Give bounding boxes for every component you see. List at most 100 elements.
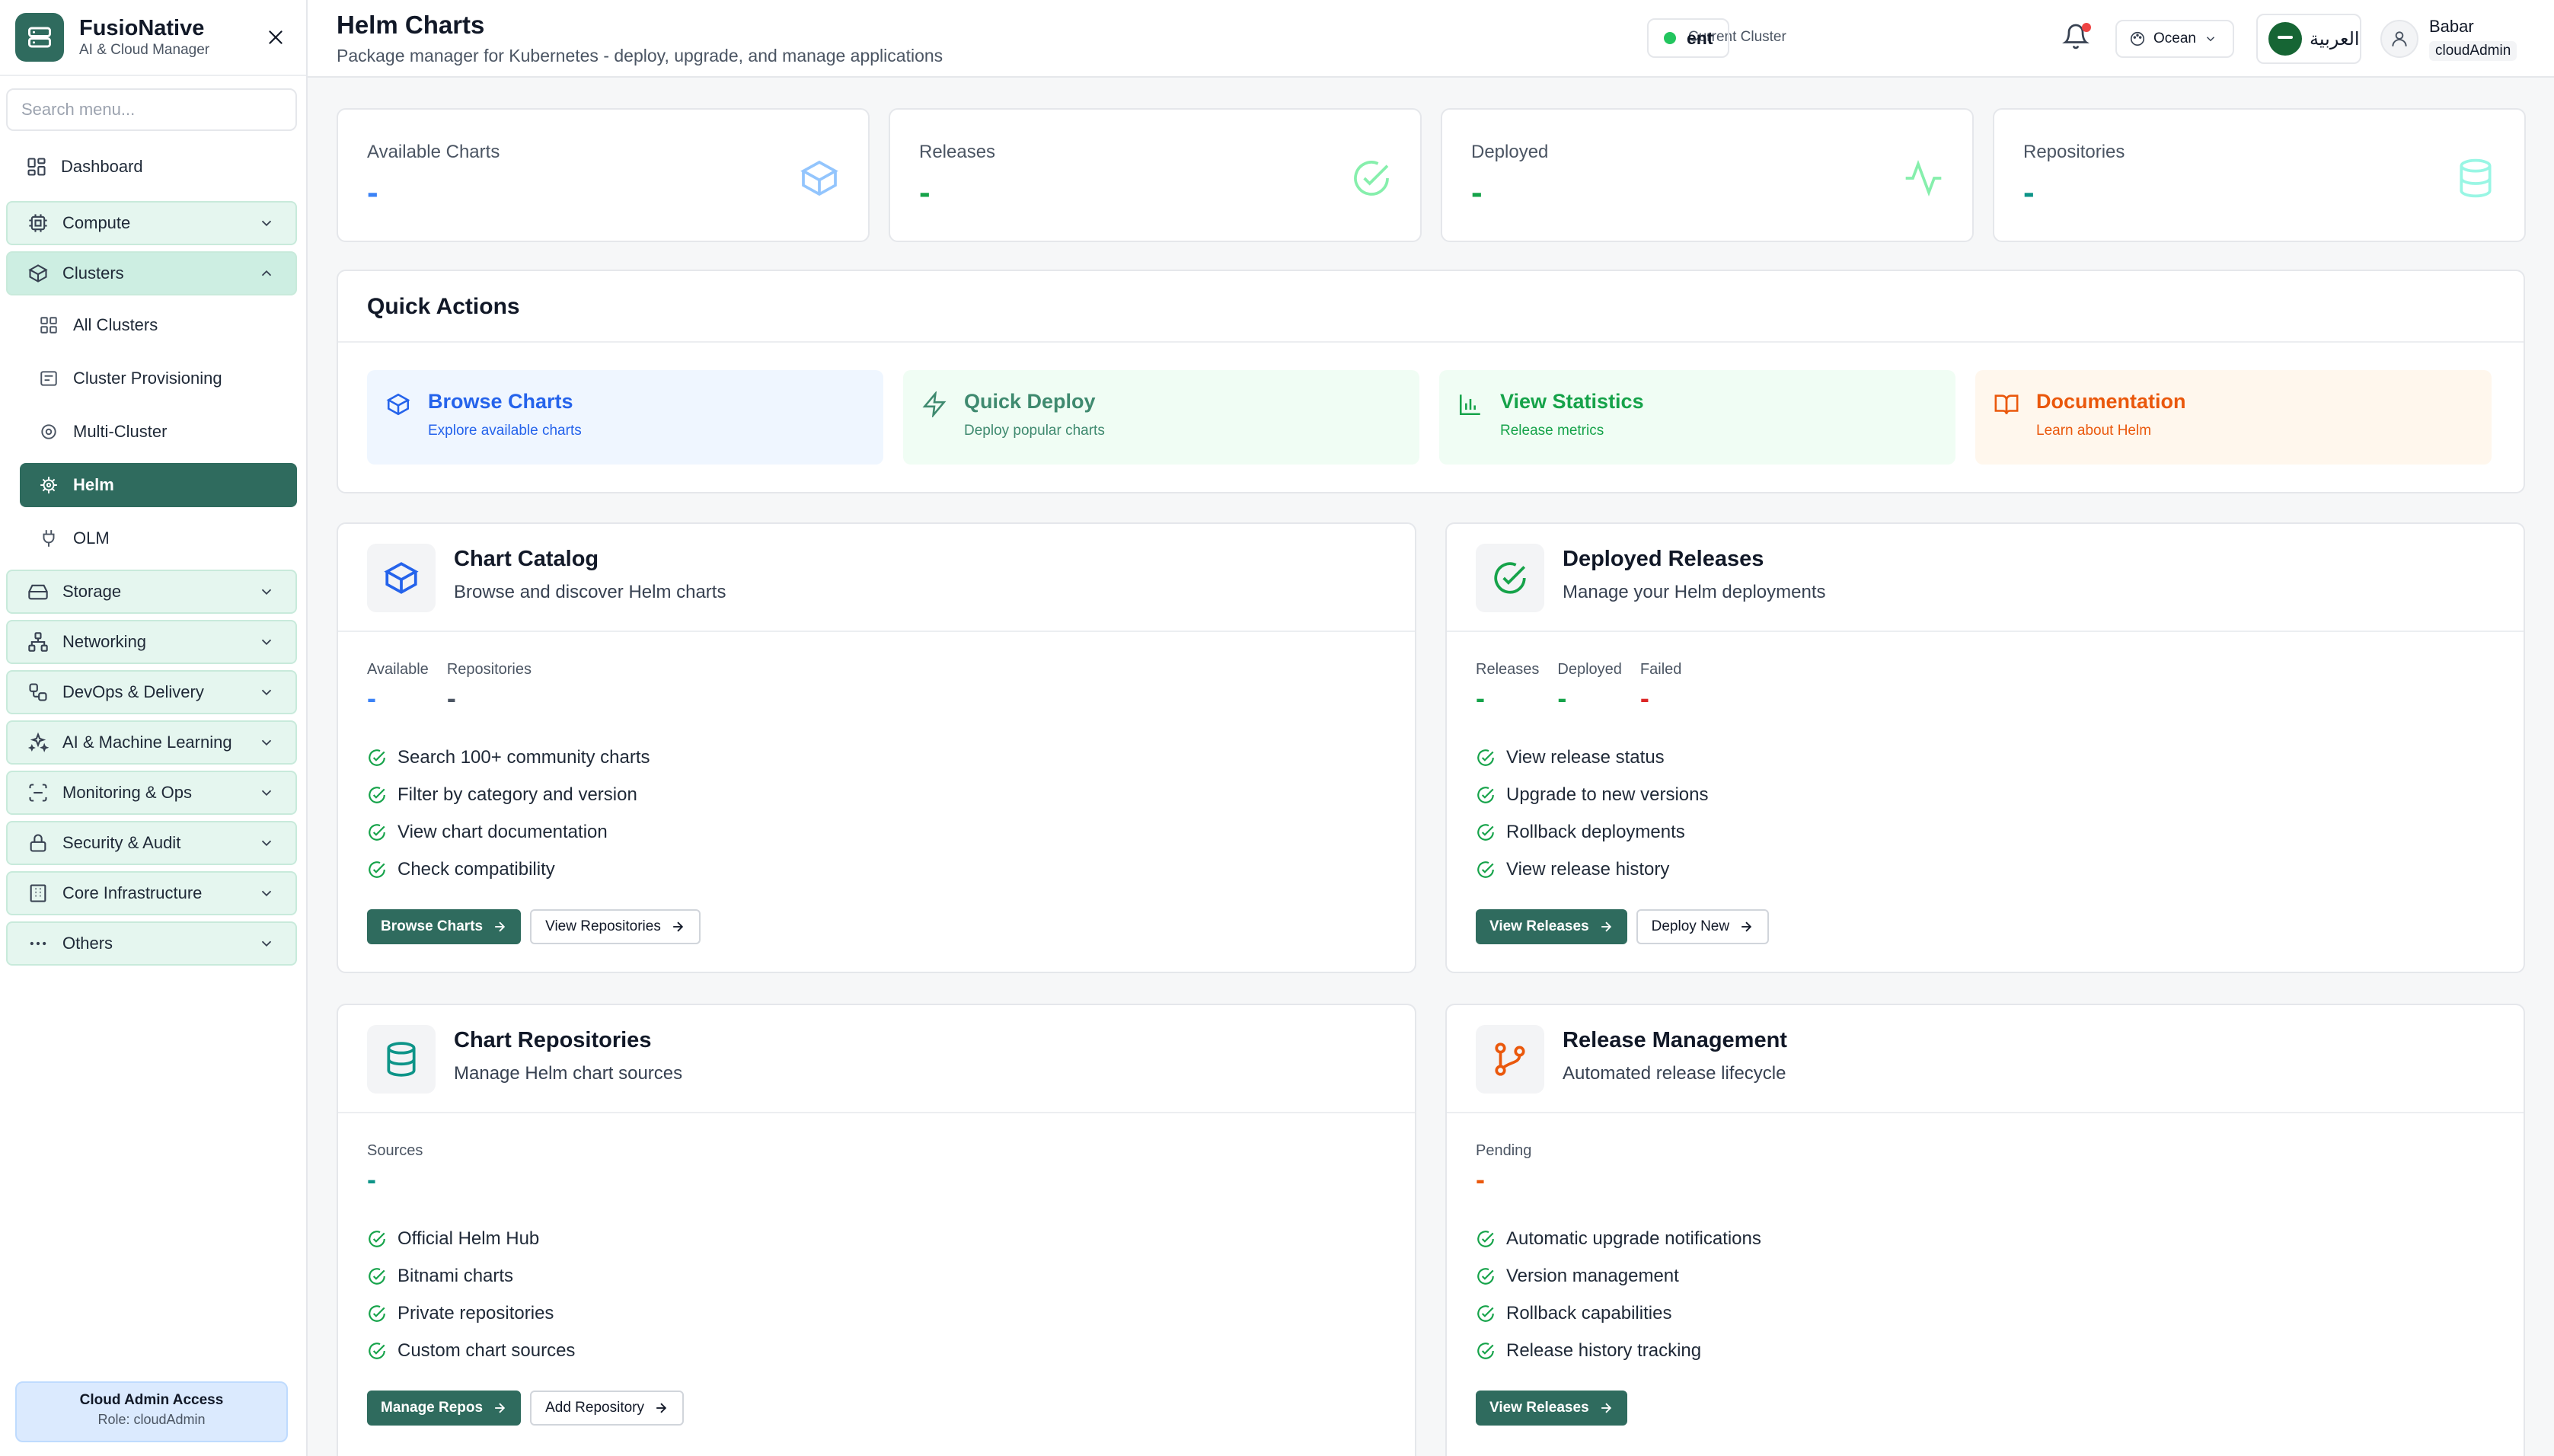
- arrow-right-icon: [492, 919, 507, 934]
- stat-label: Repositories: [446, 661, 532, 678]
- check-circle-icon: [367, 1229, 387, 1249]
- sidebar-item-label: Compute: [62, 213, 131, 232]
- sidebar-item-label: Core Infrastructure: [62, 883, 203, 902]
- manage-repos-button[interactable]: Manage Repos: [367, 1391, 522, 1426]
- sidebar-group-ai-ml[interactable]: AI & Machine Learning: [6, 720, 297, 765]
- check-circle-icon: [1350, 157, 1393, 200]
- sidebar-search-input[interactable]: [6, 88, 297, 131]
- deploy-new-button[interactable]: Deploy New: [1636, 909, 1770, 944]
- sidebar-item-dashboard[interactable]: Dashboard: [6, 145, 297, 189]
- stat-label: Deployed: [1557, 661, 1622, 678]
- stat-repositories: Repositories -: [447, 661, 532, 712]
- package-icon: [385, 391, 413, 419]
- divider: [338, 631, 1415, 632]
- chart-repositories-card: Chart Repositories Manage Helm chart sou…: [337, 1004, 1416, 1456]
- close-sidebar-icon[interactable]: [260, 22, 291, 53]
- check-circle-icon: [367, 822, 387, 842]
- sidebar-group-security[interactable]: Security & Audit: [6, 821, 297, 865]
- arrow-right-icon: [1598, 919, 1614, 934]
- cpu-icon: [26, 211, 50, 235]
- sidebar-item-olm[interactable]: OLM: [20, 516, 297, 560]
- access-role: Role: cloudAdmin: [97, 1412, 206, 1427]
- sidebar-group-monitoring[interactable]: Monitoring & Ops: [6, 771, 297, 815]
- list-item: View release status: [1476, 739, 1708, 776]
- quick-action-desc: Deploy popular charts: [964, 423, 1105, 439]
- card-stats: Pending -: [1476, 1142, 1550, 1193]
- deployed-releases-card: Deployed Releases Manage your Helm deplo…: [1445, 522, 2525, 973]
- check-circle-icon: [1476, 785, 1496, 805]
- brand-name: FusioNative: [79, 16, 205, 40]
- brand-subtitle: AI & Cloud Manager: [79, 42, 210, 58]
- sidebar-item-all-clusters[interactable]: All Clusters: [20, 303, 297, 347]
- quick-action-browse-charts[interactable]: Browse Charts Explore available charts: [367, 370, 883, 465]
- sidebar: FusioNative AI & Cloud Manager Dashboard…: [0, 0, 308, 1456]
- sidebar-item-helm[interactable]: Helm: [20, 463, 297, 507]
- view-releases-button[interactable]: View Releases: [1476, 1391, 1627, 1426]
- access-info-card: Cloud Admin Access Role: cloudAdmin: [15, 1381, 288, 1442]
- sidebar-group-networking[interactable]: Networking: [6, 620, 297, 664]
- sidebar-item-label: OLM: [73, 528, 110, 548]
- sidebar-item-label: Monitoring & Ops: [62, 783, 192, 802]
- view-releases-button[interactable]: View Releases: [1476, 909, 1627, 944]
- list-item: Version management: [1476, 1257, 1761, 1295]
- scan-icon: [26, 781, 50, 805]
- bar-chart-icon: [1457, 391, 1485, 419]
- sidebar-item-label: Security & Audit: [62, 833, 181, 852]
- stat-value: -: [446, 682, 456, 714]
- browse-charts-button[interactable]: Browse Charts: [367, 909, 522, 944]
- stat-label: Repositories: [2023, 142, 2125, 162]
- view-repositories-button[interactable]: View Repositories: [530, 909, 701, 944]
- server-icon: [37, 366, 61, 391]
- arrow-right-icon: [670, 919, 685, 934]
- sidebar-group-clusters[interactable]: Clusters: [6, 251, 297, 295]
- sidebar-item-label: Dashboard: [61, 157, 143, 176]
- list-item-label: Upgrade to new versions: [1506, 784, 1709, 805]
- button-label: Manage Repos: [381, 1400, 484, 1416]
- plug-icon: [37, 526, 61, 551]
- quick-action-documentation[interactable]: Documentation Learn about Helm: [1975, 370, 2492, 465]
- network-tree-icon: [26, 630, 50, 654]
- quick-action-desc: Learn about Helm: [2036, 423, 2152, 439]
- sidebar-item-multi-cluster[interactable]: Multi-Cluster: [20, 410, 297, 454]
- database-icon: [2454, 157, 2497, 200]
- stat-pending: Pending -: [1476, 1142, 1531, 1193]
- quick-action-label: Documentation: [2036, 390, 2186, 413]
- check-circle-icon: [367, 1304, 387, 1323]
- sidebar-group-storage[interactable]: Storage: [6, 570, 297, 614]
- sidebar-group-devops[interactable]: DevOps & Delivery: [6, 670, 297, 714]
- arrow-right-icon: [653, 1400, 669, 1416]
- network-icon: [37, 420, 61, 444]
- more-horizontal-icon: [26, 931, 50, 956]
- sidebar-group-compute[interactable]: Compute: [6, 201, 297, 245]
- saudi-flag-icon: [2268, 22, 2302, 56]
- quick-action-view-statistics[interactable]: View Statistics Release metrics: [1439, 370, 1955, 465]
- divider: [1447, 631, 2524, 632]
- check-circle-icon: [367, 1341, 387, 1361]
- sidebar-group-core-infrastructure[interactable]: Core Infrastructure: [6, 871, 297, 915]
- cluster-selector[interactable]: ent: [1647, 18, 1729, 58]
- quick-action-quick-deploy[interactable]: Quick Deploy Deploy popular charts: [903, 370, 1419, 465]
- check-circle-icon: [1476, 748, 1496, 768]
- notifications-bell-icon[interactable]: [2062, 23, 2093, 53]
- stat-card-deployed: Deployed -: [1441, 108, 1974, 242]
- sidebar-item-cluster-provisioning[interactable]: Cluster Provisioning: [20, 356, 297, 401]
- button-label: Add Repository: [545, 1400, 644, 1416]
- card-subtitle: Browse and discover Helm charts: [454, 582, 726, 602]
- theme-selector[interactable]: Ocean: [2115, 20, 2234, 58]
- card-actions: View Releases: [1476, 1391, 1636, 1426]
- workflow-icon: [26, 680, 50, 704]
- list-item: Official Helm Hub: [367, 1220, 575, 1257]
- sidebar-group-others[interactable]: Others: [6, 921, 297, 966]
- button-label: Browse Charts: [381, 918, 484, 934]
- stat-label: Failed: [1639, 661, 1682, 678]
- add-repository-button[interactable]: Add Repository: [530, 1391, 684, 1426]
- git-branch-icon: [1476, 1025, 1544, 1094]
- check-circle-icon: [1476, 822, 1496, 842]
- divider: [338, 341, 2524, 343]
- button-label: View Repositories: [545, 918, 661, 934]
- user-avatar[interactable]: [2380, 20, 2418, 58]
- list-item-label: Automatic upgrade notifications: [1506, 1228, 1761, 1249]
- language-switcher[interactable]: العربية: [2256, 14, 2361, 64]
- feature-list: Search 100+ community charts Filter by c…: [367, 739, 650, 888]
- chevron-down-icon: [256, 212, 277, 234]
